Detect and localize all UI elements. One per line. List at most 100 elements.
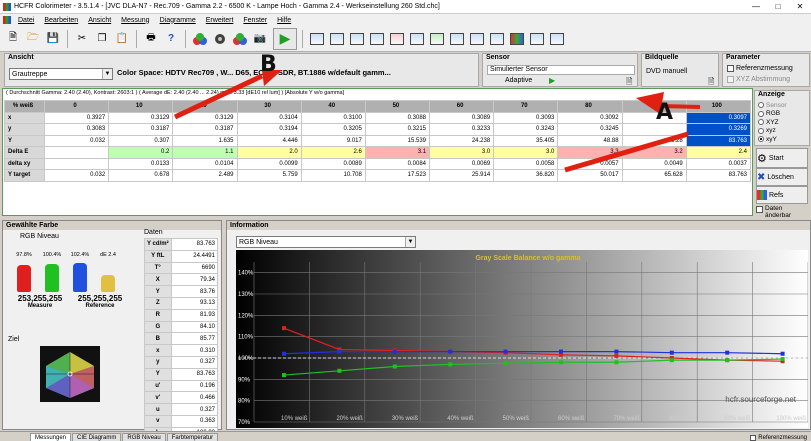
table-cell[interactable]: 0.3129 xyxy=(172,111,238,124)
table-header-cell[interactable]: 80 xyxy=(557,100,623,113)
table-cell[interactable]: 0.3233 xyxy=(429,123,495,136)
referenzmessung-checkbox[interactable]: Referenzmessung xyxy=(727,65,793,72)
sensor-icon[interactable] xyxy=(191,30,209,48)
table-cell[interactable]: 0.3215 xyxy=(364,123,431,136)
table-cell[interactable]: 0.3092 xyxy=(557,111,623,124)
table-header-cell[interactable]: 30 xyxy=(236,100,302,113)
table-header-cell[interactable]: 10 xyxy=(108,100,174,113)
table-cell[interactable]: 83.763 xyxy=(685,169,752,182)
daten-value-cell[interactable]: 83.76 xyxy=(170,285,219,298)
table-cell[interactable]: 0.032 xyxy=(43,134,110,147)
table-header-cell[interactable]: 90 xyxy=(621,100,687,113)
refs-button[interactable]: Refs xyxy=(756,186,808,204)
daten-value-cell[interactable]: 84.10 xyxy=(170,320,219,334)
table-cell[interactable]: 0.3927 xyxy=(43,111,110,124)
table-cell[interactable]: 4.446 xyxy=(236,134,302,147)
table-cell[interactable]: 2.0 xyxy=(236,146,302,159)
daten-value-cell[interactable]: 0.327 xyxy=(170,355,219,369)
play-icon[interactable]: ▶ xyxy=(549,76,555,85)
table-cell[interactable]: 17.523 xyxy=(364,169,431,182)
daten-value-cell[interactable]: 24.4491 xyxy=(170,249,219,263)
view-2-icon[interactable] xyxy=(328,30,346,48)
table-cell[interactable]: 0.3089 xyxy=(429,111,495,124)
table-cell[interactable]: 50.017 xyxy=(557,169,623,182)
daten-value-cell[interactable]: 81.93 xyxy=(170,308,219,322)
daten-value-cell[interactable]: 0.466 xyxy=(170,391,219,405)
table-header-cell[interactable]: 60 xyxy=(429,100,495,113)
table-cell[interactable]: 0.0099 xyxy=(236,157,302,170)
table-cell[interactable]: 1.1 xyxy=(172,146,238,159)
view-12-icon[interactable] xyxy=(528,30,546,48)
table-cell[interactable]: 83.763 xyxy=(685,134,752,147)
color-wheel-icon[interactable] xyxy=(231,30,249,48)
daten-value-cell[interactable]: 83.763 xyxy=(170,238,219,251)
table-cell[interactable]: 0.3097 xyxy=(685,111,752,124)
table-cell[interactable]: 0.3104 xyxy=(236,111,302,124)
table-header-cell[interactable]: 100 xyxy=(685,100,752,113)
status-tab[interactable]: Farbtemperatur xyxy=(166,433,219,441)
daten-value-cell[interactable]: 79.34 xyxy=(170,273,219,287)
table-cell[interactable]: 0.3243 xyxy=(493,123,559,136)
table-cell[interactable]: 0.0037 xyxy=(685,157,752,170)
view-4-icon[interactable] xyxy=(368,30,386,48)
table-cell[interactable]: 0.0089 xyxy=(300,157,366,170)
table-cell[interactable]: 65.28 xyxy=(621,134,687,147)
open-folder-icon[interactable]: 🗁 xyxy=(24,30,42,48)
view-9-icon[interactable] xyxy=(468,30,486,48)
table-cell[interactable]: 0.3194 xyxy=(236,123,302,136)
table-cell[interactable] xyxy=(43,146,110,159)
save-icon[interactable]: 💾 xyxy=(44,30,62,48)
generator-icon[interactable] xyxy=(211,30,229,48)
maximize-icon[interactable]: □ xyxy=(767,0,789,13)
status-tab[interactable]: Messungen xyxy=(30,433,72,441)
minimize-icon[interactable]: — xyxy=(745,0,767,13)
table-cell[interactable] xyxy=(43,157,110,170)
table-header-cell[interactable]: % weiß xyxy=(4,100,45,113)
menu-ansicht[interactable]: Ansicht xyxy=(83,17,116,24)
table-cell[interactable]: 0.0104 xyxy=(172,157,238,170)
table-cell[interactable]: 0.0049 xyxy=(621,157,687,170)
view-6-icon[interactable] xyxy=(408,30,426,48)
table-cell[interactable]: 0.3245 xyxy=(557,123,623,136)
table-cell[interactable] xyxy=(621,111,687,124)
copy-icon[interactable]: ❐ xyxy=(93,30,111,48)
camera-icon[interactable]: 📷 xyxy=(251,30,269,48)
help-icon[interactable]: ? xyxy=(162,30,180,48)
table-cell[interactable]: 0.0057 xyxy=(557,157,623,170)
table-header-cell[interactable]: 20 xyxy=(172,100,238,113)
table-cell[interactable]: 36.820 xyxy=(493,169,559,182)
daten-value-cell[interactable]: 6690 xyxy=(170,261,219,275)
table-cell[interactable]: 5.759 xyxy=(236,169,302,182)
table-cell[interactable]: 3.0 xyxy=(493,146,559,159)
anzeige-option[interactable]: xyz xyxy=(758,127,787,136)
table-cell[interactable]: 0.3100 xyxy=(300,111,366,124)
table-cell[interactable]: 0.3269 xyxy=(685,123,752,136)
table-cell[interactable]: 24.238 xyxy=(429,134,495,147)
daten-value-cell[interactable]: 0.310 xyxy=(170,344,219,357)
table-cell[interactable]: 9.017 xyxy=(300,134,366,147)
table-header-cell[interactable]: 0 xyxy=(43,100,110,113)
table-header-cell[interactable]: 50 xyxy=(364,100,431,113)
status-tab[interactable]: CIE Diagramm xyxy=(72,433,122,441)
table-cell[interactable]: 48.88 xyxy=(557,134,623,147)
table-cell[interactable]: 0.0058 xyxy=(493,157,559,170)
menu-bearbeiten[interactable]: Bearbeiten xyxy=(39,17,83,24)
view-10-icon[interactable] xyxy=(488,30,506,48)
daten-value-cell[interactable]: 93.13 xyxy=(170,296,219,310)
table-cell[interactable]: 35.405 xyxy=(493,134,559,147)
table-header-cell[interactable]: 40 xyxy=(300,100,366,113)
view-8-icon[interactable] xyxy=(448,30,466,48)
table-cell[interactable]: 65.628 xyxy=(621,169,687,182)
loeschen-button[interactable]: ✖ Löschen xyxy=(756,168,808,186)
anzeige-option[interactable]: Sensor xyxy=(758,101,787,110)
daten-value-cell[interactable]: 0.327 xyxy=(170,403,219,416)
table-cell[interactable]: 0.0069 xyxy=(429,157,495,170)
table-cell[interactable]: 3.2 xyxy=(621,146,687,159)
print-icon[interactable]: 🖶 xyxy=(142,30,160,48)
menu-erweitert[interactable]: Erweitert xyxy=(201,17,239,24)
anzeige-option[interactable]: RGB xyxy=(758,110,787,119)
table-cell[interactable]: 15.539 xyxy=(364,134,431,147)
cut-icon[interactable]: ✂ xyxy=(73,30,91,48)
view-1-icon[interactable] xyxy=(308,30,326,48)
table-cell[interactable]: 3.0 xyxy=(429,146,495,159)
